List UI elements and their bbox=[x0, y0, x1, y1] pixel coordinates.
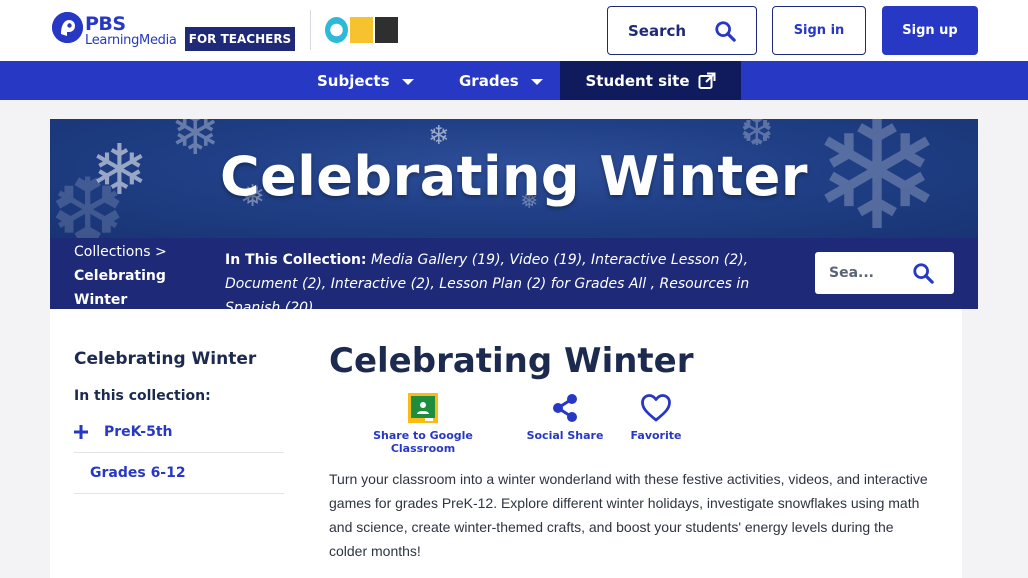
external-link-icon bbox=[698, 72, 716, 89]
collection-banner: ❄ ❄ ❅ ❄ ❅ ❆ ❄ ❆ Celebrating Winter bbox=[50, 119, 978, 238]
collection-sidebar: Celebrating Winter In this collection: P… bbox=[50, 309, 298, 578]
nav-student-site-label: Student site bbox=[585, 71, 690, 90]
header-search-button[interactable]: Search bbox=[607, 6, 757, 55]
chevron-down-icon bbox=[401, 78, 414, 85]
sidebar-subtitle: In this collection: bbox=[74, 388, 211, 404]
collection-description: Turn your classroom into a winter wonder… bbox=[329, 471, 928, 559]
sidebar-item-label: PreK-5th bbox=[104, 424, 173, 440]
share-google-classroom-label: Share to Google Classroom bbox=[373, 429, 473, 455]
collection-main: Celebrating Winter Share to Google Class… bbox=[298, 309, 962, 578]
collection-search-input[interactable] bbox=[829, 262, 909, 284]
nav-subjects-dropdown[interactable]: Subjects bbox=[317, 61, 414, 100]
breadcrumb: Collections > Celebrating Winter bbox=[74, 240, 204, 312]
sign-up-button[interactable]: Sign up bbox=[882, 6, 978, 55]
share-google-classroom-button[interactable]: Share to Google Classroom bbox=[343, 393, 503, 455]
favorite-label: Favorite bbox=[630, 429, 682, 442]
for-teachers-badge: FOR TEACHERS bbox=[185, 27, 295, 51]
collection-search-box bbox=[815, 252, 954, 294]
opb-station-logo[interactable] bbox=[325, 17, 399, 43]
pbs-head-icon bbox=[52, 12, 83, 43]
learningmedia-wordmark: LearningMedia bbox=[85, 33, 177, 48]
sidebar-item-label: Grades 6-12 bbox=[90, 465, 186, 481]
chevron-down-icon bbox=[530, 78, 543, 85]
plus-icon bbox=[74, 422, 98, 442]
nav-student-site-link[interactable]: Student site bbox=[560, 61, 741, 100]
banner-title: Celebrating Winter bbox=[220, 145, 808, 208]
collection-info-bar: Collections > Celebrating Winter In This… bbox=[50, 238, 978, 316]
breadcrumb-current: Celebrating Winter bbox=[74, 268, 166, 308]
pbs-learningmedia-logo[interactable]: PBS LearningMedia bbox=[52, 12, 177, 52]
sidebar-item-prek-5th[interactable]: PreK-5th bbox=[74, 412, 284, 453]
heart-icon bbox=[641, 394, 671, 422]
opb-p-mark bbox=[350, 17, 373, 43]
main-nav: Subjects Grades Student site bbox=[0, 61, 1028, 100]
opb-b-mark bbox=[375, 17, 398, 43]
sidebar-title: Celebrating Winter bbox=[74, 349, 257, 369]
favorite-button[interactable]: Favorite bbox=[620, 393, 692, 442]
google-classroom-icon bbox=[408, 393, 438, 423]
header-divider bbox=[310, 10, 311, 50]
page-title: Celebrating Winter bbox=[329, 341, 694, 381]
search-icon bbox=[715, 21, 736, 42]
nav-grades-label: Grades bbox=[459, 71, 519, 90]
nav-subjects-label: Subjects bbox=[317, 71, 390, 90]
social-share-button[interactable]: Social Share bbox=[523, 393, 607, 442]
nav-grades-dropdown[interactable]: Grades bbox=[459, 61, 543, 100]
sidebar-item-grades-6-12[interactable]: Grades 6-12 bbox=[74, 453, 284, 494]
header-search-label: Search bbox=[628, 21, 687, 40]
site-header: PBS LearningMedia FOR TEACHERS Search Si… bbox=[0, 0, 1028, 61]
sign-in-button[interactable]: Sign in bbox=[772, 6, 866, 55]
pbs-wordmark: PBS bbox=[85, 13, 126, 35]
search-icon[interactable] bbox=[912, 262, 934, 284]
breadcrumb-collections-link[interactable]: Collections > bbox=[74, 244, 167, 260]
share-icon bbox=[553, 394, 577, 422]
in-this-collection-label: In This Collection: bbox=[225, 252, 367, 268]
page-gutter bbox=[962, 309, 978, 578]
opb-o-mark bbox=[325, 17, 348, 43]
social-share-label: Social Share bbox=[526, 429, 604, 442]
